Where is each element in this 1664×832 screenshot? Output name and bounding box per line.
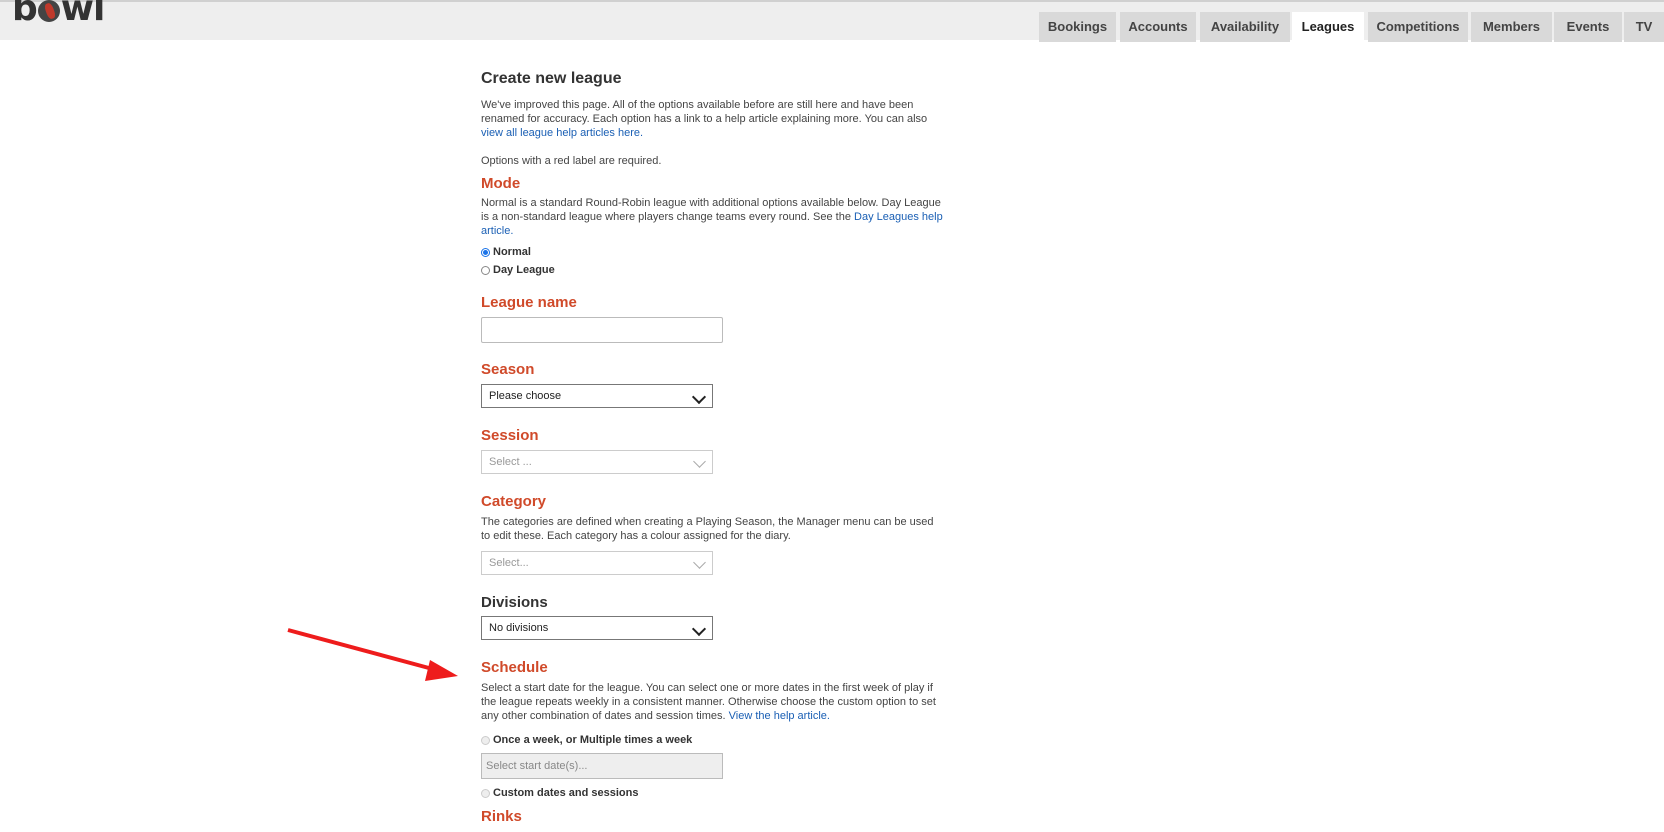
annotation-arrow-icon	[287, 628, 458, 681]
annotation-arrow-head	[425, 660, 458, 681]
annotation-arrow-shaft	[287, 628, 441, 673]
